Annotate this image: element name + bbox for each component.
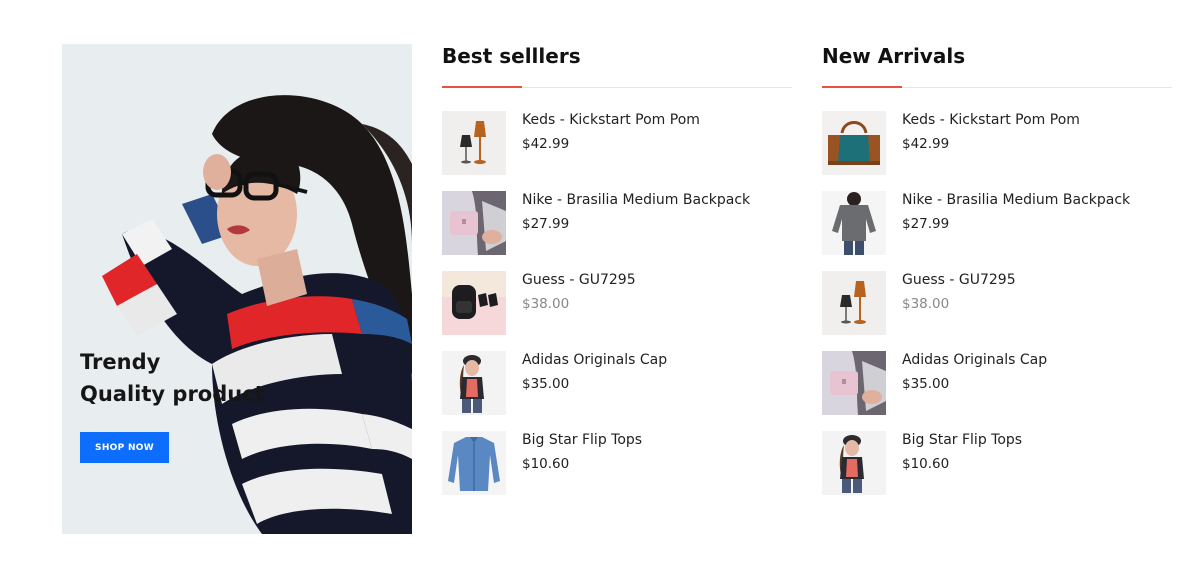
product-name[interactable]: Guess - GU7295 (522, 271, 636, 289)
lamps-icon[interactable] (822, 271, 886, 335)
product-item[interactable]: Keds - Kickstart Pom Pom $42.99 (442, 111, 792, 175)
product-showcase: Trendy Quality product SHOP NOW Best sel… (0, 0, 1199, 574)
product-item[interactable]: Nike - Brasilia Medium Backpack $27.99 (442, 191, 792, 255)
backpack-icon[interactable] (442, 271, 506, 335)
best-sellers-list: Keds - Kickstart Pom Pom $42.99 Nike - B… (442, 111, 792, 495)
product-item[interactable]: Big Star Flip Tops $10.60 (822, 431, 1172, 495)
product-name[interactable]: Keds - Kickstart Pom Pom (522, 111, 700, 129)
banner-headline: Trendy Quality product (80, 346, 265, 410)
divider-accent (822, 86, 902, 88)
product-item[interactable]: Big Star Flip Tops $10.60 (442, 431, 792, 495)
new-arrivals-section: New Arrivals Keds - Kickstart Pom Pom $4… (822, 44, 1172, 511)
product-price: $42.99 (522, 136, 570, 152)
product-name[interactable]: Big Star Flip Tops (902, 431, 1022, 449)
product-price: $38.00 (522, 296, 570, 312)
promo-banner[interactable]: Trendy Quality product SHOP NOW (62, 44, 412, 534)
divider-accent (442, 86, 522, 88)
product-item[interactable]: Guess - GU7295 $38.00 (442, 271, 792, 335)
product-name[interactable]: Nike - Brasilia Medium Backpack (902, 191, 1130, 209)
product-name[interactable]: Keds - Kickstart Pom Pom (902, 111, 1080, 129)
model-cap-icon[interactable] (822, 431, 886, 495)
pink-bag-icon[interactable] (822, 351, 886, 415)
shop-now-button[interactable]: SHOP NOW (80, 432, 169, 463)
new-arrivals-list: Keds - Kickstart Pom Pom $42.99 Nike - B… (822, 111, 1172, 495)
section-divider (822, 86, 1172, 88)
product-price: $35.00 (902, 376, 950, 392)
product-item[interactable]: Nike - Brasilia Medium Backpack $27.99 (822, 191, 1172, 255)
product-name[interactable]: Adidas Originals Cap (522, 351, 667, 369)
handbag-icon[interactable] (822, 111, 886, 175)
best-sellers-title: Best selllers (442, 44, 581, 68)
product-name[interactable]: Guess - GU7295 (902, 271, 1016, 289)
banner-line-2: Quality product (80, 382, 265, 406)
product-price: $10.60 (902, 456, 950, 472)
best-sellers-section: Best selllers Keds - Kickstart Pom Pom $… (442, 44, 792, 511)
product-price: $35.00 (522, 376, 570, 392)
denim-shirt-icon[interactable] (442, 431, 506, 495)
model-cap-icon[interactable] (442, 351, 506, 415)
section-divider (442, 86, 792, 88)
product-name[interactable]: Nike - Brasilia Medium Backpack (522, 191, 750, 209)
model-sweater-icon[interactable] (822, 191, 886, 255)
pink-bag-icon[interactable] (442, 191, 506, 255)
product-item[interactable]: Guess - GU7295 $38.00 (822, 271, 1172, 335)
product-price: $27.99 (902, 216, 950, 232)
product-price: $10.60 (522, 456, 570, 472)
product-item[interactable]: Adidas Originals Cap $35.00 (442, 351, 792, 415)
product-price: $27.99 (522, 216, 570, 232)
lamps-icon[interactable] (442, 111, 506, 175)
product-name[interactable]: Adidas Originals Cap (902, 351, 1047, 369)
product-price: $42.99 (902, 136, 950, 152)
product-item[interactable]: Keds - Kickstart Pom Pom $42.99 (822, 111, 1172, 175)
product-name[interactable]: Big Star Flip Tops (522, 431, 642, 449)
product-price: $38.00 (902, 296, 950, 312)
new-arrivals-title: New Arrivals (822, 44, 966, 68)
banner-line-1: Trendy (80, 350, 161, 374)
product-item[interactable]: Adidas Originals Cap $35.00 (822, 351, 1172, 415)
